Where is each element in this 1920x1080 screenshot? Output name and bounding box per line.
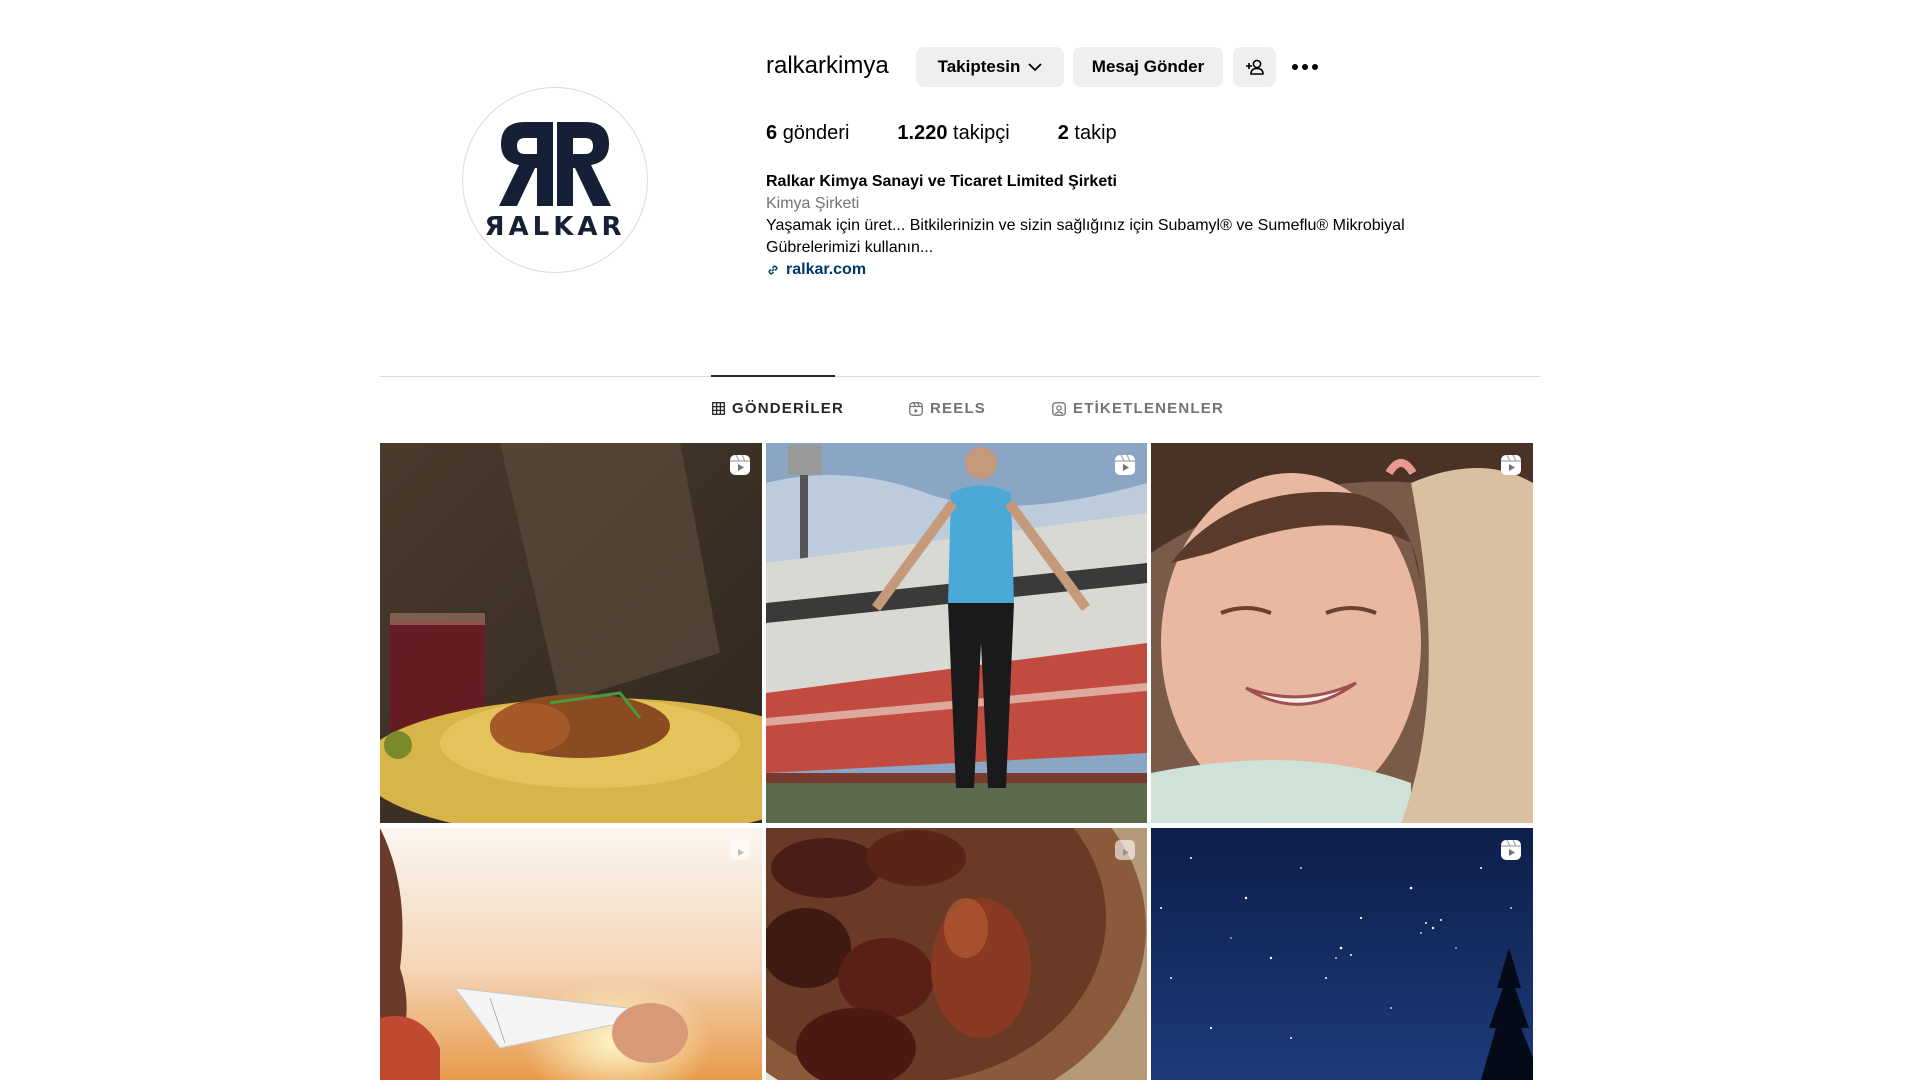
grid-icon <box>712 402 725 415</box>
reels-icon <box>909 401 923 416</box>
tab-reels-label: REELS <box>930 400 987 417</box>
post-image <box>1151 443 1533 823</box>
add-user-button[interactable] <box>1233 47 1276 87</box>
following-count-value: 2 <box>1057 122 1069 144</box>
posts-count-value: 6 <box>766 122 778 144</box>
reel-icon <box>1115 454 1135 475</box>
more-dot-icon <box>1302 64 1308 70</box>
following-button-label: Takiptesin <box>937 57 1021 76</box>
followers-count-label: takipçi <box>953 122 1010 144</box>
add-user-icon <box>1245 59 1264 75</box>
post-tile[interactable] <box>380 828 762 1080</box>
reel-icon <box>1501 839 1521 860</box>
reel-icon <box>730 454 750 475</box>
chevron-down-icon <box>1028 63 1043 72</box>
tab-posts-label: GÖNDERİLER <box>732 400 845 417</box>
post-image <box>766 443 1147 823</box>
bio-line-1: Yaşamak için üret... Bitkilerinizin ve s… <box>766 217 1405 234</box>
active-tab-indicator <box>711 375 835 377</box>
following-count[interactable]: 2 takip <box>1058 122 1117 145</box>
reel-icon <box>1501 454 1521 475</box>
post-tile[interactable] <box>1151 828 1533 1080</box>
post-image <box>380 828 762 1080</box>
post-tile[interactable] <box>766 443 1147 823</box>
avatar-brand-text: ЯALKAR <box>484 212 626 242</box>
following-button[interactable]: Takiptesin <box>916 47 1064 87</box>
website-link[interactable]: ralkar.com <box>766 259 1526 281</box>
more-options-button[interactable] <box>1288 52 1322 82</box>
tagged-icon <box>1052 401 1066 416</box>
tabs-divider <box>380 376 1540 377</box>
profile-bio: Ralkar Kimya Sanayi ve Ticaret Limited Ş… <box>766 171 1526 281</box>
bio-line-2: Gübrelerimizi kullanın... <box>766 239 934 256</box>
profile-full-name: Ralkar Kimya Sanayi ve Ticaret Limited Ş… <box>766 173 1117 190</box>
posts-count[interactable]: 6 gönderi <box>766 122 849 145</box>
tab-tagged-label: ETİKETLENENLER <box>1073 400 1224 417</box>
post-image <box>766 828 1147 1080</box>
tab-posts[interactable]: GÖNDERİLER <box>712 400 844 417</box>
more-dot-icon <box>1292 64 1298 70</box>
link-icon <box>768 265 778 275</box>
reel-icon <box>1115 840 1135 860</box>
following-count-label: takip <box>1074 122 1117 144</box>
tab-tagged[interactable]: ETİKETLENENLER <box>1052 400 1224 417</box>
profile-category: Kimya Şirketi <box>766 195 860 212</box>
send-message-label: Mesaj Gönder <box>1091 57 1205 76</box>
tab-reels[interactable]: REELS <box>909 400 986 417</box>
reel-icon <box>730 840 750 860</box>
post-image <box>1151 828 1533 1080</box>
post-image <box>380 443 762 823</box>
post-tile[interactable] <box>380 443 762 823</box>
profile-stats: 6 gönderi 1.220 takipçi 2 takip <box>766 122 1165 145</box>
more-dot-icon <box>1312 64 1318 70</box>
website-link-text: ralkar.com <box>786 261 867 278</box>
post-tile[interactable] <box>1151 443 1533 823</box>
followers-count-value: 1.220 <box>897 122 948 144</box>
posts-count-label: gönderi <box>782 122 850 144</box>
followers-count[interactable]: 1.220 takipçi <box>897 122 1009 145</box>
profile-avatar[interactable]: ЯALKAR <box>462 87 648 273</box>
profile-username: ralkarkimya <box>766 52 889 79</box>
ralkar-logo-icon <box>499 122 611 206</box>
send-message-button[interactable]: Mesaj Gönder <box>1073 47 1223 87</box>
post-tile[interactable] <box>766 828 1147 1080</box>
